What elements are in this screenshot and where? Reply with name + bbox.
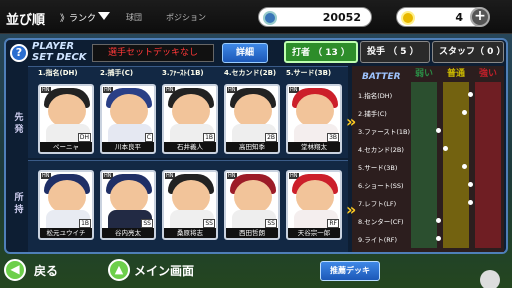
player-card[interactable]: HN C 川本良平 [100, 84, 156, 154]
player-card[interactable]: HN 2B 高田知季 [224, 84, 280, 154]
strength-marker [461, 164, 467, 169]
position-badge: SS [141, 219, 153, 228]
strength-marker [442, 146, 448, 151]
sort-key[interactable]: 》ランク [60, 11, 96, 24]
deck-title: PLAYER [32, 41, 75, 52]
position-badge: SS [265, 219, 277, 228]
player-name: 堂林翔太 [288, 142, 340, 152]
tab-pitcher[interactable]: 投手 （ 5 ） [360, 41, 430, 63]
tab-batter[interactable]: 打者 （ 13 ） [284, 41, 358, 63]
strength-column-header: 強い [478, 69, 497, 79]
player-name: 川本良平 [102, 142, 154, 152]
player-card[interactable]: HN 1B 石井義人 [162, 84, 218, 154]
batting-order-item[interactable]: 4.セカンド(2B) [358, 144, 404, 154]
batting-order-item[interactable]: 7.レフト(LF) [358, 198, 396, 208]
player-card[interactable]: HN 3B 堂林翔太 [286, 84, 342, 154]
player-face [172, 94, 210, 128]
player-name: 石井義人 [164, 142, 216, 152]
position-badge: DH [77, 133, 91, 142]
deck-name[interactable]: 選手セットデッキなし [92, 44, 214, 62]
back-button[interactable]: 戻る [34, 262, 58, 279]
player-face [110, 94, 148, 128]
player-card[interactable]: HN DH ペーニャ [38, 84, 94, 154]
batting-order-item[interactable]: 5.サード(3B) [358, 162, 397, 172]
strength-column [411, 82, 437, 248]
position-badge: 1B [203, 133, 215, 142]
position-badge: 3B [327, 133, 339, 142]
recommend-deck-button[interactable]: 推薦デッキ [320, 261, 380, 281]
coin-counter: 20052 [258, 7, 372, 27]
player-face [48, 180, 86, 214]
strength-column-header: 弱い [414, 69, 433, 79]
player-face [296, 180, 334, 214]
player-name: ペーニャ [40, 142, 92, 152]
player-face [110, 180, 148, 214]
dropdown-arrow-icon[interactable] [98, 12, 110, 20]
player-name: 松元ユウイチ [40, 228, 92, 238]
player-face [234, 94, 272, 128]
player-face [48, 94, 86, 128]
strength-marker [461, 110, 467, 115]
player-face [296, 94, 334, 128]
bench-label: 所持 [14, 193, 24, 215]
position-badge: 1B [79, 219, 91, 228]
batting-order-item[interactable]: 9.ライト(RF) [358, 234, 397, 244]
main-screen-button[interactable]: メイン画面 [134, 262, 194, 279]
batting-order-item[interactable]: 1.指名(DH) [358, 90, 392, 100]
tab-staff[interactable]: スタッフ（ 0 ） [432, 41, 506, 63]
batting-order-item[interactable]: 6.ショート(SS) [358, 180, 404, 190]
batting-order-item[interactable]: 3.ファースト(1B) [358, 126, 410, 136]
batting-order-item[interactable]: 8.センター(CF) [358, 216, 404, 226]
slot-label: 5.サード(3B) [286, 69, 332, 77]
player-face [234, 180, 272, 214]
player-card[interactable]: HN RF 天谷宗一郎 [286, 170, 342, 240]
slot-label: 3.ﾌｧｰｽﾄ(1B) [162, 69, 204, 77]
filter-team[interactable]: 球団 [126, 12, 142, 23]
player-name: 桑原将志 [164, 228, 216, 238]
filter-position[interactable]: ポジション [166, 12, 206, 23]
slot-label: 1.指名(DH) [38, 69, 78, 77]
chevron-right-icon: » [346, 200, 357, 219]
sort-label[interactable]: 並び順 [6, 9, 45, 28]
coin-value: 20052 [322, 11, 361, 24]
baseball-icon [480, 270, 500, 288]
batting-order-item[interactable]: 2.捕手(C) [358, 108, 387, 118]
slot-label: 2.捕手(C) [100, 69, 134, 77]
coin-icon [263, 11, 277, 25]
add-gold-button[interactable]: + [470, 7, 490, 27]
player-card[interactable]: HN 1B 松元ユウイチ [38, 170, 94, 240]
player-card[interactable]: HN SS 桑原将志 [162, 170, 218, 240]
deck-subtitle: SET DECK [32, 52, 87, 63]
player-name: 谷内亮太 [102, 228, 154, 238]
back-arrow-icon[interactable]: ◀ [4, 259, 26, 281]
player-name: 高田知季 [226, 142, 278, 152]
gold-value: 4 [455, 11, 463, 24]
player-card[interactable]: HN SS 西田哲朗 [224, 170, 280, 240]
slot-label: 4.セカンド(2B) [224, 69, 277, 77]
gold-icon [401, 11, 415, 25]
strength-column [475, 82, 501, 248]
help-icon[interactable]: ? [10, 44, 28, 62]
player-name: 天谷宗一郎 [288, 228, 340, 238]
starters-label: 先発 [14, 113, 24, 135]
position-badge: RF [327, 219, 339, 228]
position-badge: 2B [265, 133, 277, 142]
player-face [172, 180, 210, 214]
position-badge: SS [203, 219, 215, 228]
batter-panel-title: BATTER [362, 72, 401, 82]
position-badge: C [144, 133, 153, 142]
chevron-right-icon: » [346, 112, 357, 131]
strength-column-header: 普通 [446, 69, 465, 79]
detail-button[interactable]: 詳細 [222, 43, 268, 63]
home-icon[interactable]: ▲ [108, 259, 130, 281]
player-name: 西田哲朗 [226, 228, 278, 238]
player-card[interactable]: HN SS 谷内亮太 [100, 170, 156, 240]
